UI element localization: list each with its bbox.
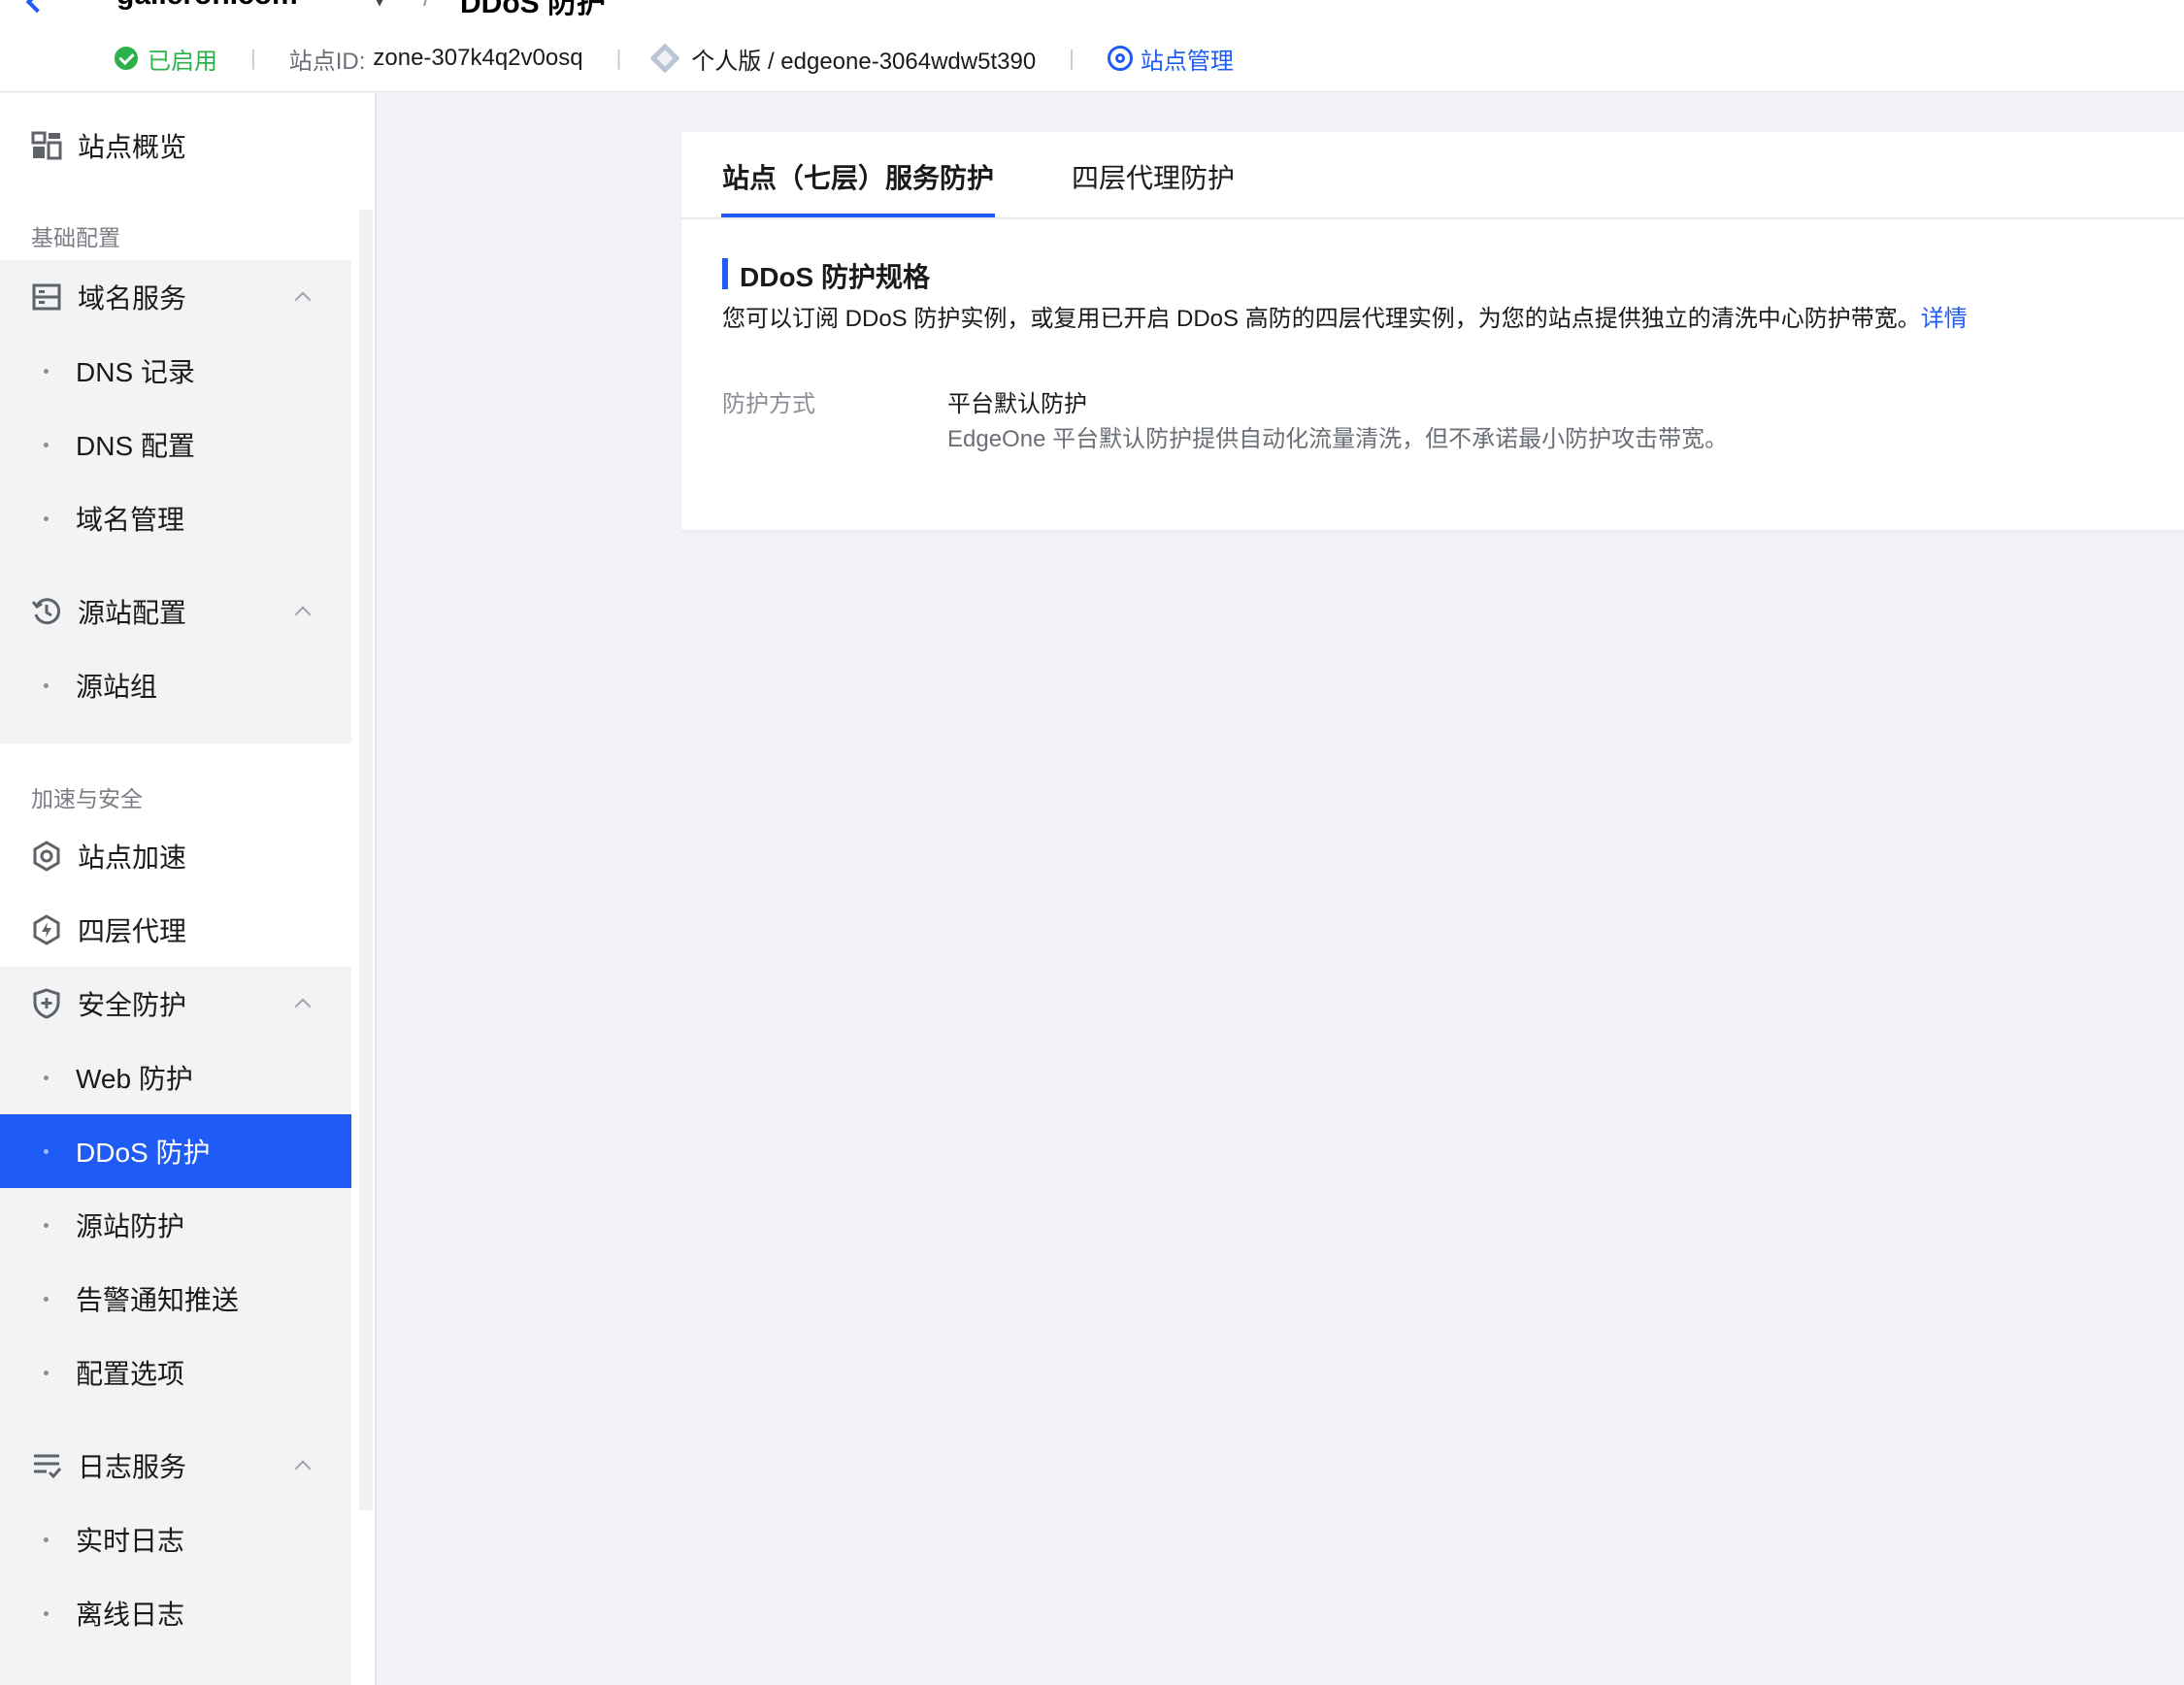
sidebar-item-label: 源站组 — [76, 672, 158, 702]
sidebar-item-label: 安全防护 — [78, 990, 187, 1020]
plan-info[interactable]: 个人版 / edgeone-3064wdw5t390 — [691, 42, 1036, 76]
sidebar-item-l4-proxy[interactable]: 四层代理 — [0, 893, 351, 967]
status-check-icon — [115, 47, 138, 70]
sidebar-item-label: 离线日志 — [76, 1600, 185, 1630]
sidebar-item-label: DNS 记录 — [76, 357, 195, 387]
site-meta-bar: 已启用 | 站点ID: zone-307k4q2v0osq | 个人版 / ed… — [115, 41, 1234, 76]
sidebar-item-ddos-protect[interactable]: DDoS 防护 — [0, 1114, 351, 1188]
sidebar-item-domain-service[interactable]: 域名服务 — [0, 260, 351, 334]
tab-bar: 站点（七层）服务防护 四层代理防护 — [681, 132, 2184, 219]
status-badge: 已启用 — [148, 48, 217, 75]
protect-mode-label: 防护方式 — [722, 391, 815, 417]
tab-l7-protect[interactable]: 站点（七层）服务防护 — [722, 157, 994, 219]
sidebar-item-label: 实时日志 — [76, 1526, 185, 1556]
bullet-icon — [44, 1296, 49, 1302]
dashboard-icon — [31, 130, 62, 161]
sidebar-item-label: 域名管理 — [76, 505, 185, 535]
chevron-up-icon[interactable] — [294, 998, 312, 1015]
protect-mode-value: 平台默认防护 — [947, 391, 1087, 417]
protect-mode-help: EdgeOne 平台默认防护提供自动化流量清洗，但不承诺最小防护攻击带宽。 — [947, 426, 1729, 452]
bullet-icon — [44, 1148, 49, 1154]
shield-plus-icon — [31, 988, 62, 1019]
sidebar-item-label: 站点加速 — [78, 842, 187, 873]
sidebar-item-alert-push[interactable]: 告警通知推送 — [0, 1262, 351, 1336]
ddos-card: 站点（七层）服务防护 四层代理防护 DDoS 防护规格 您可以订阅 DDoS 防… — [681, 132, 2184, 530]
gear-hex-icon — [1107, 46, 1133, 71]
sidebar-item-origin-group[interactable]: 源站组 — [0, 648, 351, 722]
site-manage-link[interactable]: 站点管理 — [1141, 42, 1234, 76]
bullet-icon — [44, 1074, 49, 1080]
sidebar-scrollbar[interactable] — [359, 210, 373, 1510]
section-label-accel: 加速与安全 — [31, 786, 143, 811]
detail-link[interactable]: 详情 — [1921, 306, 1968, 332]
tab-l4-protect[interactable]: 四层代理防护 — [1072, 157, 1235, 219]
sidebar-item-dns-records[interactable]: DNS 记录 — [0, 334, 351, 408]
sidebar-item-label: 源站防护 — [76, 1211, 185, 1241]
site-name[interactable]: galleroh.com — [116, 0, 298, 12]
page-title: DDoS 防护 — [460, 0, 606, 19]
sidebar-item-security[interactable]: 安全防护 — [0, 967, 351, 1041]
sidebar-item-label: Web 防护 — [76, 1064, 193, 1094]
sidebar-item-dns-config[interactable]: DNS 配置 — [0, 408, 351, 481]
site-id-label: 站点ID: — [288, 48, 366, 75]
bullet-icon — [44, 1610, 49, 1616]
history-icon — [31, 596, 62, 627]
divider: | — [1069, 46, 1075, 70]
breadcrumb-separator: / — [423, 0, 430, 13]
back-arrow-icon[interactable] — [25, 0, 49, 14]
sidebar-item-label: 告警通知推送 — [76, 1285, 240, 1315]
sidebar-item-label: DNS 配置 — [76, 431, 195, 461]
server-icon — [31, 281, 62, 313]
accel-hex-icon — [31, 841, 62, 872]
site-id-value: zone-307k4q2v0osq — [373, 45, 583, 71]
top-header: galleroh.com ▾ / DDoS 防护 已启用 | 站点ID: zon… — [0, 0, 2184, 92]
description-text: 您可以订阅 DDoS 防护实例，或复用已开启 DDoS 高防的四层代理实例，为您… — [722, 306, 1921, 332]
section-accent-bar — [722, 258, 728, 289]
chevron-up-icon[interactable] — [294, 606, 312, 623]
sidebar-item-offline-log[interactable]: 离线日志 — [0, 1576, 351, 1650]
log-list-icon — [31, 1450, 62, 1481]
section-label-basic: 基础配置 — [31, 225, 120, 250]
bullet-icon — [44, 1536, 49, 1542]
section-description: 您可以订阅 DDoS 防护实例，或复用已开启 DDoS 高防的四层代理实例，为您… — [722, 299, 1968, 333]
bullet-icon — [44, 515, 49, 521]
divider: | — [250, 46, 256, 70]
sidebar-item-label: 日志服务 — [78, 1452, 187, 1482]
sidebar-item-label: 配置选项 — [76, 1359, 185, 1389]
bullet-icon — [44, 368, 49, 374]
section-title: DDoS 防护规格 — [740, 262, 931, 292]
sidebar-item-label: 站点概览 — [78, 132, 187, 162]
sidebar-item-overview[interactable]: 站点概览 — [0, 109, 351, 182]
sidebar-item-label: 域名服务 — [78, 283, 187, 314]
chevron-up-icon[interactable] — [294, 291, 312, 309]
sidebar-item-origin-config[interactable]: 源站配置 — [0, 575, 351, 648]
divider: | — [615, 46, 622, 70]
sidebar-item-realtime-log[interactable]: 实时日志 — [0, 1503, 351, 1576]
sidebar-item-label: DDoS 防护 — [76, 1138, 211, 1168]
sidebar-item-config-options[interactable]: 配置选项 — [0, 1336, 351, 1409]
sidebar-item-log-service[interactable]: 日志服务 — [0, 1429, 351, 1503]
sidebar-item-label: 源站配置 — [78, 598, 187, 628]
plan-diamond-icon — [649, 43, 680, 74]
sidebar-item-site-accel[interactable]: 站点加速 — [0, 819, 351, 893]
active-tab-indicator — [721, 214, 995, 217]
sidebar: 站点概览 基础配置 域名服务 DNS 记录 DNS 配置 域名管理 源站配置 源… — [0, 93, 377, 1685]
chevron-up-icon[interactable] — [294, 1460, 312, 1477]
site-switch-chevron-icon[interactable]: ▾ — [375, 0, 384, 13]
sidebar-item-domain-manage[interactable]: 域名管理 — [0, 481, 351, 555]
sidebar-item-origin-protect[interactable]: 源站防护 — [0, 1188, 351, 1262]
bullet-icon — [44, 1222, 49, 1228]
sidebar-item-web-protect[interactable]: Web 防护 — [0, 1041, 351, 1114]
bullet-icon — [44, 682, 49, 688]
sidebar-item-label: 四层代理 — [78, 916, 187, 946]
bolt-hex-icon — [31, 914, 62, 945]
bullet-icon — [44, 1370, 49, 1375]
bullet-icon — [44, 442, 49, 447]
